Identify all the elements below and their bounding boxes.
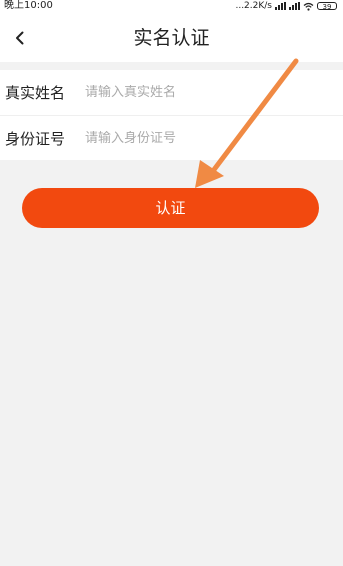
id-number-label: 身份证号 — [5, 129, 66, 148]
signal-icon — [275, 2, 286, 10]
name-label: 真实姓名 — [5, 84, 66, 102]
status-time: 晚上10:00 — [4, 0, 53, 11]
id-number-row: 身份证号 — [0, 115, 343, 160]
status-indicators: ...2.2K/s 39 — [235, 0, 337, 12]
verify-button[interactable]: 认证 — [22, 188, 319, 228]
verification-form: 真实姓名 身份证号 — [0, 70, 343, 160]
battery-icon: 39 — [317, 2, 337, 11]
status-bar: 晚上10:00 ...2.2K/s 39 — [0, 0, 343, 14]
network-speed: ...2.2K/s — [235, 1, 272, 11]
name-row: 真实姓名 — [0, 70, 343, 115]
name-input[interactable] — [85, 85, 343, 100]
wifi-icon — [303, 2, 314, 11]
page-title: 实名认证 — [133, 27, 210, 49]
id-number-input[interactable] — [85, 130, 343, 146]
signal-icon — [289, 2, 300, 10]
header: 实名认证 — [0, 14, 343, 62]
